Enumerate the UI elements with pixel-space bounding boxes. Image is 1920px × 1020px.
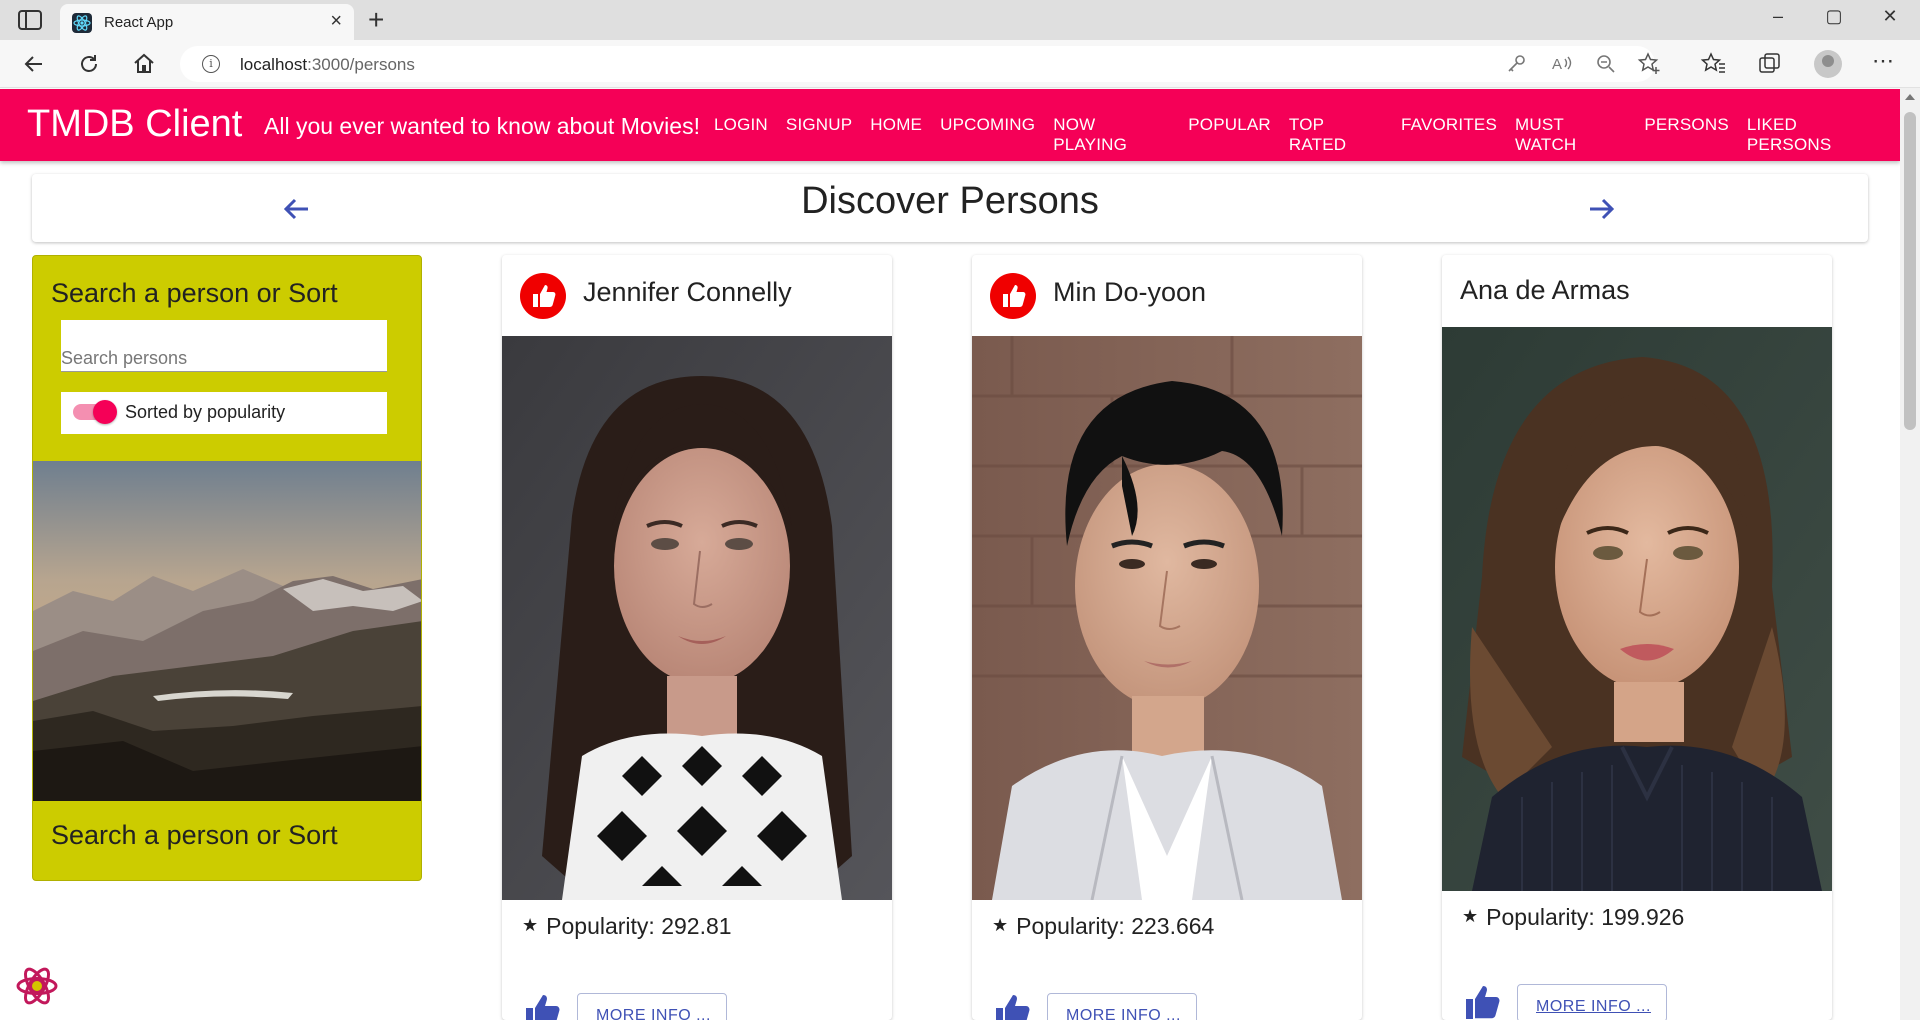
star-icon: ★ — [992, 915, 1009, 935]
sort-toggle[interactable] — [73, 400, 117, 424]
close-window-icon[interactable]: ✕ — [1870, 6, 1910, 27]
restore-icon[interactable]: ▢ — [1814, 6, 1854, 27]
popularity-text: ★ Popularity: 292.81 — [522, 913, 732, 939]
app-tagline: All you ever wanted to know about Movies… — [264, 113, 700, 139]
more-info-button[interactable]: MORE INFO ... — [577, 993, 727, 1020]
app-brand: TMDB Client — [27, 103, 243, 145]
zoom-out-icon[interactable] — [1592, 50, 1620, 78]
svg-text:A: A — [1552, 56, 1562, 73]
more-info-button[interactable]: MORE INFO ... — [1517, 984, 1667, 1020]
nav-home[interactable]: HOME — [870, 115, 922, 155]
popularity-text: ★ Popularity: 199.926 — [1462, 904, 1685, 930]
person-name: Min Do-yoon — [1053, 277, 1207, 307]
reload-icon[interactable] — [77, 52, 101, 76]
url-field[interactable]: i localhost:3000/persons — [180, 46, 1655, 82]
address-bar: i localhost:3000/persons A ⋯ — [0, 40, 1920, 88]
react-favicon-icon — [72, 13, 92, 33]
browser-tab[interactable]: React App × — [60, 4, 354, 40]
page-header: Discover Persons — [32, 174, 1868, 242]
react-devtools-icon[interactable] — [14, 963, 60, 1009]
person-card: Jennifer Connelly ★ Popularity: 292.81 MO… — [502, 255, 892, 1020]
liked-avatar — [520, 273, 566, 319]
thumb-up-icon — [1003, 285, 1026, 307]
add-favorite-icon[interactable] — [1636, 50, 1664, 78]
settings-menu-icon[interactable]: ⋯ — [1872, 48, 1894, 74]
profile-avatar[interactable] — [1814, 50, 1842, 78]
like-button[interactable] — [524, 993, 562, 1020]
tab-actions-icon[interactable] — [18, 10, 42, 30]
scroll-up-icon[interactable] — [1905, 94, 1915, 100]
nav-persons[interactable]: PERSONS — [1644, 115, 1729, 155]
person-name: Ana de Armas — [1460, 275, 1630, 305]
nav-signup[interactable]: SIGNUP — [786, 115, 852, 155]
arrow-forward-icon[interactable] — [1584, 192, 1618, 226]
popularity-text: ★ Popularity: 223.664 — [992, 913, 1215, 939]
like-button[interactable] — [994, 993, 1032, 1020]
key-icon[interactable] — [1502, 50, 1530, 78]
nav-popular[interactable]: POPULAR — [1188, 115, 1271, 155]
filter-title: Search a person or Sort — [51, 278, 338, 308]
nav-top-rated[interactable]: TOP RATED — [1289, 115, 1383, 155]
nav-must-watch[interactable]: MUST WATCH — [1515, 115, 1626, 155]
page-scrollbar[interactable] — [1900, 88, 1920, 1020]
like-button[interactable] — [1464, 984, 1502, 1020]
landscape-image — [33, 461, 421, 801]
scrollbar-thumb[interactable] — [1904, 112, 1916, 430]
nav-liked-persons[interactable]: LIKED PERSONS — [1747, 115, 1882, 155]
favorites-icon[interactable] — [1700, 50, 1728, 78]
collections-icon[interactable] — [1756, 50, 1784, 78]
app-header: TMDB Client All you ever wanted to know … — [0, 89, 1900, 161]
nav-login[interactable]: LOGIN — [714, 115, 768, 155]
site-info-icon[interactable]: i — [202, 55, 220, 73]
tab-close-icon[interactable]: × — [330, 11, 342, 31]
nav-now-playing[interactable]: NOW PLAYING — [1053, 115, 1170, 155]
sort-toggle-knob[interactable] — [93, 400, 117, 424]
sort-label: Sorted by popularity — [125, 402, 286, 422]
new-tab-icon[interactable]: + — [368, 4, 384, 36]
person-card: Min Do-yoon ★ Popularity: 223.664 MORE IN… — [972, 255, 1362, 1020]
browser-tab-strip: React App × + – ▢ ✕ — [0, 0, 1920, 40]
star-icon: ★ — [522, 915, 539, 935]
read-aloud-icon[interactable]: A — [1548, 50, 1576, 78]
tab-title: React App — [104, 14, 174, 31]
nav-upcoming[interactable]: UPCOMING — [940, 115, 1035, 155]
home-icon[interactable] — [132, 52, 156, 76]
url-text: localhost:3000/persons — [240, 55, 415, 74]
liked-avatar — [990, 273, 1036, 319]
more-info-button[interactable]: MORE INFO ... — [1047, 993, 1197, 1020]
person-photo[interactable] — [1442, 327, 1832, 891]
person-photo[interactable] — [502, 336, 892, 900]
star-icon: ★ — [1462, 906, 1479, 926]
filter-footer-title: Search a person or Sort — [51, 820, 338, 850]
nav-favorites[interactable]: FAVORITES — [1401, 115, 1497, 155]
person-photo[interactable] — [972, 336, 1362, 900]
thumb-up-icon — [533, 285, 556, 307]
minimize-icon[interactable]: – — [1758, 6, 1798, 27]
sort-control: Sorted by popularity — [61, 392, 387, 434]
person-card: Ana de Armas ★ Popularity: 199.926 MORE I… — [1442, 255, 1832, 1020]
back-icon[interactable] — [22, 52, 46, 76]
main-nav: LOGIN SIGNUP HOME UPCOMING NOW PLAYING P… — [714, 115, 1900, 155]
filter-card: Search a person or Sort Sorted by popula… — [32, 255, 422, 881]
person-name: Jennifer Connelly — [583, 277, 792, 307]
search-input[interactable] — [61, 320, 387, 372]
